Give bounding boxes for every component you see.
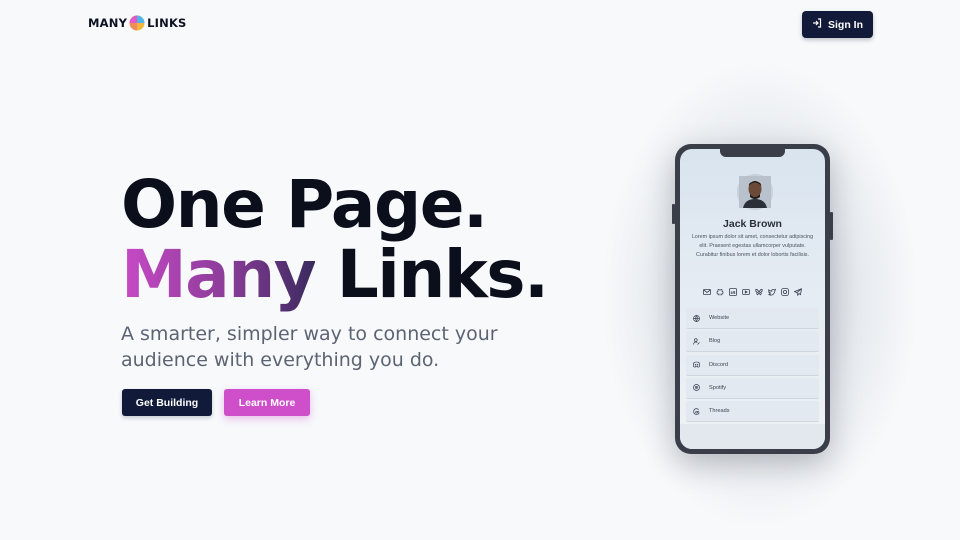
avatar	[737, 174, 773, 210]
link-label: Spotify	[709, 384, 727, 391]
user-edit-icon	[693, 338, 700, 345]
link-threads[interactable]: Threads	[686, 401, 819, 423]
phone-mockup: Jack Brown Lorem ipsum dolor sit amet, c…	[672, 144, 833, 454]
linkedin-icon[interactable]	[728, 287, 738, 297]
hero-title-line1: One Page.	[121, 166, 488, 243]
get-building-button[interactable]: Get Building	[122, 389, 212, 416]
hero-title-links: Links.	[315, 236, 549, 313]
telegram-icon[interactable]	[793, 287, 803, 297]
profile-bio: Lorem ipsum dolor sit amet, consectetur …	[691, 234, 814, 258]
link-website[interactable]: Website	[686, 308, 819, 329]
hero-title: One Page. Many Links.	[121, 166, 549, 310]
twitter-icon[interactable]	[767, 287, 777, 297]
profile-links: Website Blog Discord Spotify Threads	[686, 308, 819, 424]
link-blog[interactable]: Blog	[686, 331, 819, 353]
link-discord[interactable]: Discord	[686, 354, 819, 376]
phone-screen-bottom	[680, 424, 825, 449]
github-icon[interactable]	[715, 287, 725, 297]
link-label: Blog	[709, 338, 721, 345]
discord-icon	[693, 361, 700, 368]
sign-in-button[interactable]: Sign In	[802, 11, 873, 38]
globe-icon	[693, 314, 700, 322]
link-spotify[interactable]: Spotify	[686, 377, 819, 399]
link-label: Website	[709, 315, 730, 321]
logo[interactable]: MANY LINKS	[88, 15, 187, 31]
profile-name: Jack Brown	[723, 218, 782, 230]
threads-icon	[693, 407, 700, 415]
logo-mark-icon	[129, 15, 145, 31]
hero-title-many: Many	[121, 236, 317, 313]
link-label: Discord	[709, 361, 728, 368]
bluesky-icon[interactable]	[754, 287, 764, 297]
phone-power-button	[830, 212, 833, 240]
hero-title-line2: Many Links.	[121, 240, 549, 310]
sign-in-label: Sign In	[828, 18, 863, 31]
link-label: Threads	[709, 408, 730, 415]
phone-notch	[720, 149, 785, 157]
social-icons	[680, 287, 825, 297]
logo-text-links: LINKS	[147, 16, 187, 30]
hero-subtitle: A smarter, simpler way to connect your a…	[121, 323, 498, 371]
mail-icon[interactable]	[702, 287, 712, 297]
instagram-icon[interactable]	[780, 287, 790, 297]
learn-more-button[interactable]: Learn More	[224, 389, 310, 416]
logo-text-many: MANY	[88, 16, 128, 30]
spotify-icon	[693, 384, 700, 392]
phone-side-button	[672, 204, 675, 224]
sign-in-icon	[812, 18, 822, 31]
phone-screen: Jack Brown Lorem ipsum dolor sit amet, c…	[680, 149, 825, 449]
youtube-icon[interactable]	[741, 287, 751, 297]
